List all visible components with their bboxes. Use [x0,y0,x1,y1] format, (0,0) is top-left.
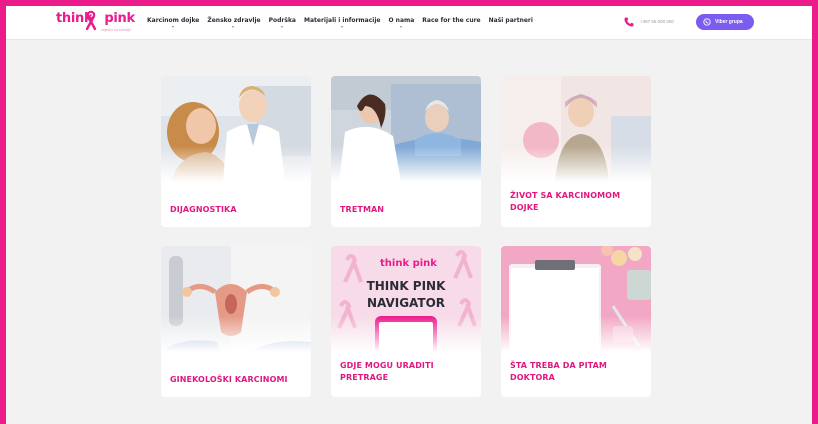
viber-button-label: Viber grupa [715,19,743,25]
promo-title-line-1: THINK PINK [367,279,447,293]
pink-ribbon-icon [85,10,97,31]
nav-label: Podrška [268,17,296,24]
nav-label: Race for the cure [422,17,481,24]
nav-item-materijali[interactable]: Materijali i informacije [303,17,381,28]
card-ginekoloski-karcinomi[interactable]: GINEKOLOŠKI KARCINOMI [161,246,311,397]
nav-item-nasi-partneri[interactable]: Naši partneri [489,17,533,24]
nav-label: Naši partneri [488,17,533,24]
phone-icon[interactable] [623,16,635,28]
nav-item-podrska[interactable]: Podrška [268,17,296,28]
card-title: ŠTA TREBA DA PITAM DOKTORA [510,361,607,382]
nav-label: O nama [388,17,415,24]
card-title: DIJAGNOSTIKA [170,205,237,214]
promo-brand: think pink [380,258,437,269]
site-header: think pink zajedno za zdravlje Karcinom d… [6,6,812,40]
think-pink-navigator-promo: think pink THINK PINK NAVIGATOR [331,246,481,352]
card-gdje-mogu-uraditi-pretrage[interactable]: think pink THINK PINK NAVIGATOR GDJE MOG… [331,246,481,397]
card-zivot-sa-karcinomom[interactable]: ŽIVOT SA KARCINOMOM DOJKE [501,76,651,227]
nav-item-zensko-zdravlje[interactable]: Žensko zdravlje [207,17,261,28]
viber-icon [703,18,711,26]
card-title: TRETMAN [340,205,385,214]
logo-word-pink: pink [104,11,135,26]
chevron-down-icon [171,26,174,28]
uterus-model-photo [161,246,311,352]
card-title: ŽIVOT SA KARCINOMOM DOJKE [510,191,621,212]
card-dijagnostika[interactable]: DIJAGNOSTIKA [161,76,311,227]
smiling-woman-headscarf-photo [501,76,651,182]
card-tretman[interactable]: TRETMAN [331,76,481,227]
chevron-down-icon [232,26,235,28]
nav-label: Materijali i informacije [303,17,381,24]
viber-group-button[interactable]: Viber grupa [696,14,754,30]
card-sta-treba-da-pitam-doktora[interactable]: ŠTA TREBA DA PITAM DOKTORA [501,246,651,397]
think-pink-logo[interactable]: think pink zajedno za zdravlje [56,9,136,37]
nav-item-o-nama[interactable]: O nama [388,17,415,28]
nav-label: Karcinom dojke [147,17,200,24]
card-title: GDJE MOGU URADITI PRETRAGE [340,361,434,382]
logo-tagline: zajedno za zdravlje [101,28,131,32]
clipboard-flatlay-photo [501,246,651,352]
nav-item-karcinom-dojke[interactable]: Karcinom dojke [147,17,200,28]
doctor-patient-photo [161,76,311,182]
chevron-down-icon [280,26,283,28]
main-nav: Karcinom dojke Žensko zdravlje Podrška M… [147,17,533,28]
phone-number[interactable]: +387 66 000 000 [640,19,674,24]
promo-title-line-2: NAVIGATOR [367,296,445,310]
nav-label: Žensko zdravlje [207,17,261,24]
chevron-down-icon [340,26,343,28]
chevron-down-icon [399,26,402,28]
page-frame: think pink zajedno za zdravlje Karcinom d… [6,6,812,424]
card-title: GINEKOLOŠKI KARCINOMI [170,375,288,384]
nav-item-race-for-the-cure[interactable]: Race for the cure [422,17,480,24]
hospital-bed-photo [331,76,481,182]
